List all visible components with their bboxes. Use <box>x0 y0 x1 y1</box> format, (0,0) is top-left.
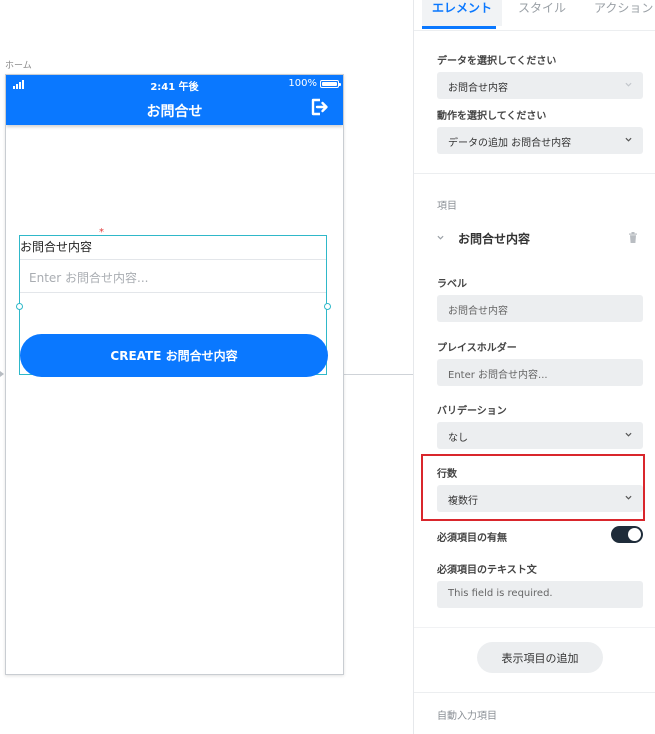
placeholder-input[interactable]: Enter お問合せ内容... <box>437 359 643 386</box>
item-header[interactable]: お問合せ内容 <box>437 230 643 246</box>
tab-action[interactable]: アクション <box>594 0 653 26</box>
add-display-item-button[interactable]: 表示項目の追加 <box>477 642 603 673</box>
data-select-label: データを選択してください <box>437 56 557 67</box>
resize-handle-right[interactable] <box>324 303 331 310</box>
connector-arrow <box>0 371 4 377</box>
rows-highlight-box <box>421 454 645 521</box>
chevron-down-icon <box>625 432 632 437</box>
required-toggle[interactable] <box>611 526 643 543</box>
action-select-label: 動作を選択してください <box>437 111 547 122</box>
trash-icon[interactable] <box>628 232 638 243</box>
tabs-divider <box>414 30 655 31</box>
app-header: 2:41 午後 100% お問合せ <box>6 75 343 125</box>
properties-panel: エレメント スタイル アクション データを選択してください お問合せ内容 動作を… <box>413 0 655 734</box>
status-battery: 100% <box>288 78 341 89</box>
item-title: お問合せ内容 <box>458 232 531 246</box>
tab-element[interactable]: エレメント <box>422 0 503 26</box>
required-text-label: 必須項目のテキスト文 <box>437 565 537 576</box>
field-label-row: お問合せ内容 * <box>19 227 327 259</box>
validation-label: バリデーション <box>437 406 507 417</box>
validation-select[interactable]: なし <box>437 422 643 449</box>
page-title: お問合せ <box>146 104 203 120</box>
section-divider <box>414 692 655 693</box>
panel-tabs: エレメント スタイル アクション <box>414 0 655 30</box>
connector-line <box>343 374 415 375</box>
inquiry-input[interactable]: Enter お問合せ内容... <box>20 259 326 293</box>
required-toggle-label: 必須項目の有無 <box>437 533 507 544</box>
section-divider <box>414 627 655 628</box>
chevron-down-icon[interactable] <box>437 234 444 241</box>
action-select-value: データの追加 お問合せ内容 <box>448 138 572 149</box>
section-divider <box>414 173 655 174</box>
action-select[interactable]: データの追加 お問合せ内容 <box>437 127 643 154</box>
resize-handle-left[interactable] <box>16 303 23 310</box>
phone-preview[interactable]: 2:41 午後 100% お問合せ お問合せ内容 * Enter お問合せ内容.… <box>5 74 344 675</box>
data-select[interactable]: お問合せ内容 <box>437 72 643 99</box>
label-field-label: ラベル <box>437 279 467 290</box>
chevron-down-icon <box>625 137 632 142</box>
inquiry-input-placeholder: Enter お問合せ内容... <box>29 271 149 285</box>
required-mark: * <box>99 227 104 238</box>
items-section-label: 項目 <box>437 201 457 212</box>
validation-select-value: なし <box>448 433 468 444</box>
logout-icon[interactable] <box>309 97 329 117</box>
battery-percent: 100% <box>288 78 317 89</box>
placeholder-field-label: プレイスホルダー <box>437 343 517 354</box>
chevron-down-icon <box>625 82 632 87</box>
auto-input-label: 自動入力項目 <box>437 711 497 722</box>
field-label: お問合せ内容 <box>20 240 93 254</box>
label-input[interactable]: お問合せ内容 <box>437 295 643 322</box>
active-tab-indicator <box>422 26 496 29</box>
page-label: ホーム <box>5 61 32 71</box>
required-text-value: This field is required. <box>448 588 553 599</box>
required-text-input[interactable]: This field is required. <box>437 581 643 608</box>
create-button[interactable]: CREATE お問合せ内容 <box>20 334 328 377</box>
battery-icon <box>320 79 341 88</box>
label-input-value: お問合せ内容 <box>448 306 508 317</box>
data-select-value: お問合せ内容 <box>448 83 508 94</box>
placeholder-input-value: Enter お問合せ内容... <box>448 370 548 381</box>
tab-style[interactable]: スタイル <box>518 0 566 26</box>
